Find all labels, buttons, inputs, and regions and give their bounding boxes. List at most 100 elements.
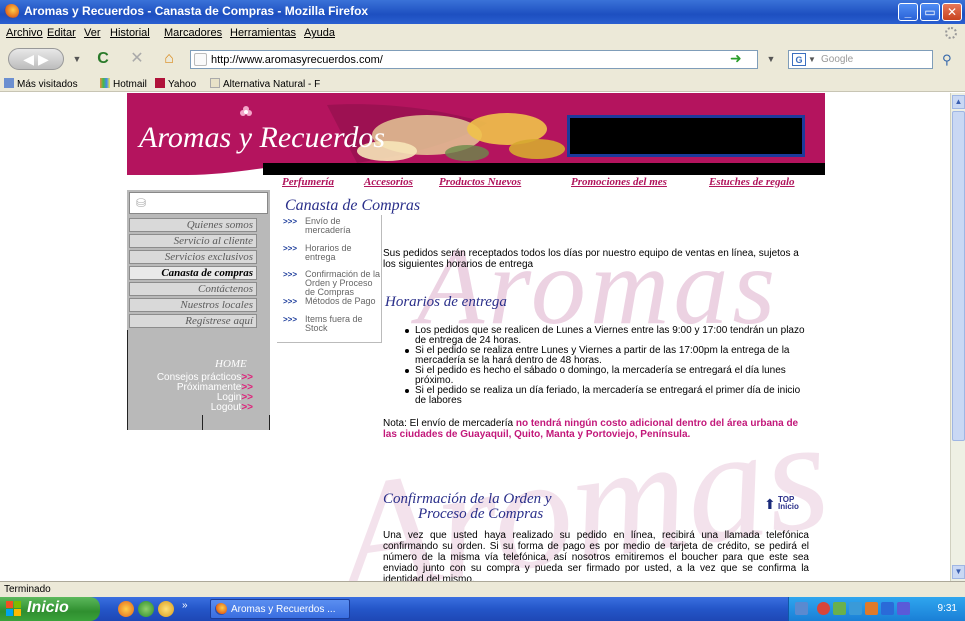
bullet-text: Si el pedido se realiza entre Lunes y Vi… bbox=[415, 345, 790, 366]
header-banner-box bbox=[567, 115, 805, 157]
sidebar-divider bbox=[127, 330, 128, 430]
sidebar-item-registrese[interactable]: Regístrese aquí bbox=[129, 314, 257, 328]
section-confirmacion-title-2: Proceso de Compras bbox=[418, 506, 544, 522]
bookmark-label: Yahoo bbox=[168, 79, 197, 90]
confirmation-paragraph: Una vez que usted haya realizado su pedi… bbox=[383, 530, 809, 581]
quicklaunch-media-icon[interactable] bbox=[158, 601, 174, 617]
menu-ver[interactable]: Ver bbox=[84, 27, 101, 39]
bullet-dot bbox=[405, 389, 409, 393]
home-icon[interactable]: ⌂ bbox=[160, 50, 178, 68]
site-favicon-icon bbox=[194, 53, 207, 66]
close-button[interactable]: ✕ bbox=[942, 3, 962, 21]
navigation-toolbar: ◀ ▶ ▼ C ✕ ⌂ http://www.aromasyrecuerdos.… bbox=[0, 42, 965, 76]
address-bar[interactable]: http://www.aromasyrecuerdos.com/ bbox=[190, 50, 758, 69]
arrow-icon: >>> bbox=[283, 297, 298, 306]
menu-archivo[interactable]: Archivo bbox=[6, 27, 43, 39]
engine-dropdown-icon[interactable]: ▼ bbox=[808, 55, 816, 64]
maximize-button[interactable]: ▭ bbox=[920, 3, 940, 21]
topnav-productos-nuevos[interactable]: Productos Nuevos bbox=[439, 176, 521, 188]
system-tray: 9:31 bbox=[788, 597, 965, 621]
url-dropdown-icon[interactable]: ▼ bbox=[762, 50, 780, 68]
back-forward-button[interactable]: ◀ ▶ bbox=[8, 48, 64, 70]
bullet-text: Los pedidos que se realicen de Lunes a V… bbox=[415, 325, 805, 346]
sidebar-divider bbox=[269, 415, 270, 430]
home-link[interactable]: HOME bbox=[215, 358, 247, 370]
subnav-envio[interactable]: >>> Envío de mercadería bbox=[277, 217, 381, 245]
scroll-up-icon[interactable]: ▲ bbox=[952, 95, 965, 109]
start-label: Inicio bbox=[27, 599, 69, 616]
search-box[interactable]: G ▼ Google bbox=[788, 50, 933, 69]
tray-shield-icon[interactable] bbox=[881, 602, 894, 615]
sidebar-item-canasta[interactable]: Canasta de compras bbox=[129, 266, 257, 280]
stop-icon[interactable]: ✕ bbox=[128, 50, 146, 68]
shipping-note: Nota: El envío de mercadería no tendrá n… bbox=[383, 418, 809, 440]
website-page: Aromas y Recuerdos Perfumería Accesorios… bbox=[127, 93, 839, 581]
menu-ayuda[interactable]: Ayuda bbox=[304, 27, 335, 39]
top-sublabel-text: Inicio bbox=[778, 502, 799, 511]
bookmark-yahoo[interactable]: Yahoo bbox=[155, 78, 196, 90]
status-text: Terminado bbox=[4, 584, 51, 595]
go-icon[interactable]: ➜ bbox=[730, 50, 748, 68]
scroll-thumb[interactable] bbox=[952, 111, 965, 441]
page-viewport[interactable]: Aromas y Recuerdos Perfumería Accesorios… bbox=[0, 93, 950, 581]
top-navigation: Perfumería Accesorios Productos Nuevos P… bbox=[282, 176, 822, 192]
reload-icon[interactable]: C bbox=[94, 50, 112, 68]
link-logout[interactable]: Logout>> bbox=[211, 403, 253, 413]
address-url[interactable]: http://www.aromasyrecuerdos.com/ bbox=[211, 54, 383, 66]
sidebar-item-contactenos[interactable]: Contáctenos bbox=[129, 282, 257, 296]
arrow-icon: >>> bbox=[283, 244, 298, 253]
subnav-confirmacion-label: Confirmación de la Orden y Proceso de Co… bbox=[305, 269, 381, 297]
site-logo[interactable]: Aromas y Recuerdos bbox=[139, 106, 385, 155]
sidebar-item-servicio-cliente[interactable]: Servicio al cliente bbox=[129, 234, 257, 248]
back-to-top-button[interactable]: ⬆ TOP Inicio bbox=[764, 496, 814, 516]
quicklaunch-messenger-icon[interactable] bbox=[138, 601, 154, 617]
topnav-perfumeria[interactable]: Perfumería bbox=[282, 176, 334, 188]
back-icon[interactable]: ◀ bbox=[23, 51, 34, 67]
windows-taskbar: Inicio » Aromas y Recuerdos ... 9:31 bbox=[0, 597, 965, 621]
arrow-icon: >>> bbox=[283, 315, 298, 324]
subnav-horarios[interactable]: >>> Horarios de entrega bbox=[277, 244, 381, 272]
quicklaunch-firefox-icon[interactable] bbox=[118, 601, 134, 617]
header-black-band bbox=[263, 163, 825, 175]
history-dropdown-icon[interactable]: ▼ bbox=[68, 50, 86, 68]
menu-marcadores[interactable]: Marcadores bbox=[164, 27, 222, 39]
activity-throbber-icon bbox=[945, 27, 957, 39]
forward-icon[interactable]: ▶ bbox=[38, 51, 49, 67]
left-sidebar: ⛁ Quienes somos Servicio al cliente Serv… bbox=[127, 190, 270, 430]
sidebar-top-box: ⛁ bbox=[129, 192, 268, 214]
taskbar-firefox-window[interactable]: Aromas y Recuerdos ... bbox=[210, 599, 350, 619]
tray-network-icon[interactable] bbox=[833, 602, 846, 615]
topnav-promociones[interactable]: Promociones del mes bbox=[571, 176, 667, 188]
tray-volume-icon[interactable] bbox=[897, 602, 910, 615]
menu-herramientas[interactable]: Herramientas bbox=[230, 27, 296, 39]
page-icon bbox=[210, 78, 220, 88]
tray-language-icon[interactable] bbox=[795, 602, 808, 615]
minimize-button[interactable]: _ bbox=[898, 3, 918, 21]
topnav-estuches[interactable]: Estuches de regalo bbox=[709, 176, 795, 188]
quicklaunch-expand-icon[interactable]: » bbox=[182, 600, 188, 611]
bullet-text: Si el pedido es hecho el sábado o doming… bbox=[415, 365, 786, 386]
search-icon[interactable]: ⚲ bbox=[942, 52, 952, 68]
menu-historial[interactable]: Historial bbox=[110, 27, 150, 39]
menu-editar[interactable]: Editar bbox=[47, 27, 76, 39]
sidebar-item-quienes-somos[interactable]: Quienes somos bbox=[129, 218, 257, 232]
tray-bluetooth-icon[interactable] bbox=[849, 602, 862, 615]
start-button[interactable]: Inicio bbox=[0, 597, 100, 621]
google-engine-icon[interactable]: G bbox=[792, 53, 806, 66]
vertical-scrollbar[interactable]: ▲ ▼ bbox=[950, 93, 965, 581]
topnav-accesorios[interactable]: Accesorios bbox=[364, 176, 413, 188]
top-label: TOP Inicio bbox=[778, 496, 799, 511]
window-title-bar[interactable]: Aromas y Recuerdos - Canasta de Compras … bbox=[0, 0, 965, 24]
windows-logo-icon bbox=[6, 601, 21, 616]
bookmark-label: Hotmail bbox=[113, 79, 147, 90]
search-placeholder[interactable]: Google bbox=[821, 54, 853, 65]
tray-app-icon[interactable] bbox=[865, 602, 878, 615]
scroll-down-icon[interactable]: ▼ bbox=[952, 565, 965, 579]
sidebar-item-locales[interactable]: Nuestros locales bbox=[129, 298, 257, 312]
bookmark-hotmail[interactable]: Hotmail bbox=[100, 78, 147, 90]
bookmark-alternativa-natural[interactable]: Alternativa Natural - F bbox=[210, 78, 320, 90]
subnav-stock[interactable]: >>> Items fuera de Stock bbox=[277, 315, 381, 335]
bookmark-mas-visitados[interactable]: Más visitados bbox=[4, 78, 78, 90]
sidebar-item-servicios-exclusivos[interactable]: Servicios exclusivos bbox=[129, 250, 257, 264]
tray-security-icon[interactable] bbox=[817, 602, 830, 615]
